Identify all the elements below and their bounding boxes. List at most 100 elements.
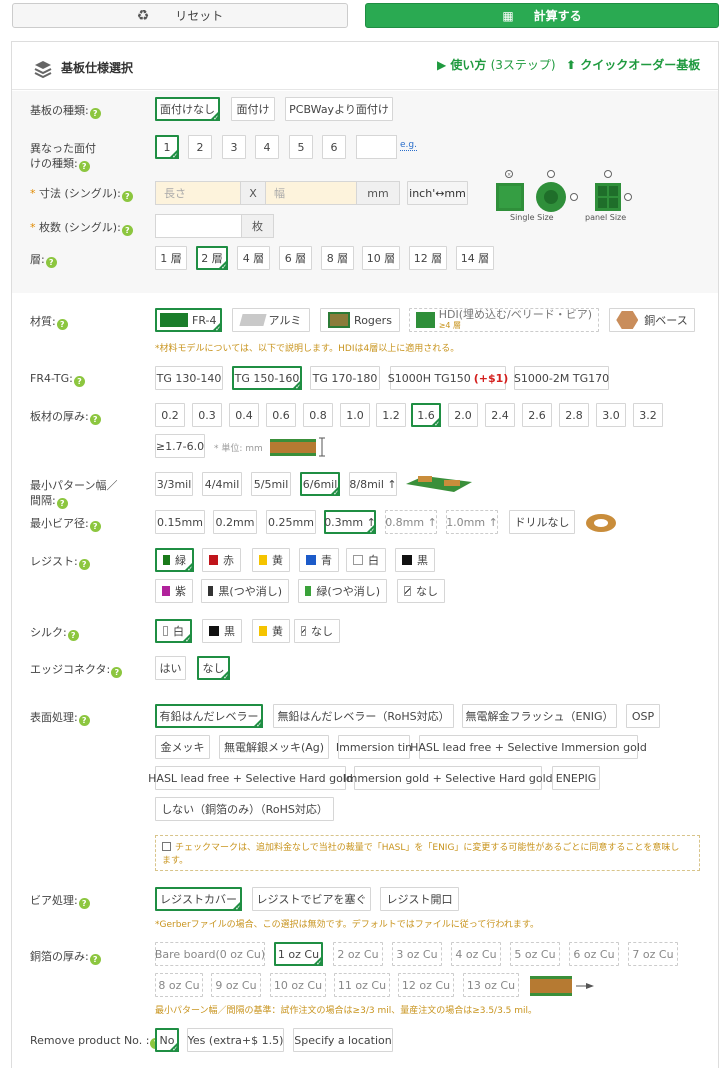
via-tented[interactable]: レジストカバー: [155, 887, 242, 912]
copper-option[interactable]: 4 oz Cu: [451, 942, 501, 966]
mask-option[interactable]: なし: [397, 579, 445, 603]
help-icon[interactable]: ?: [67, 630, 79, 641]
remove-no-no[interactable]: No: [155, 1028, 179, 1053]
via-no-drill[interactable]: ドリルなし: [509, 510, 575, 534]
edge-no[interactable]: なし: [197, 656, 230, 681]
via-plugged[interactable]: レジストでビアを塞ぐ: [252, 887, 371, 911]
via-0-8[interactable]: 0.8mm ↑: [385, 510, 437, 534]
board-type-pcbway-panel[interactable]: PCBWayより面付け: [285, 97, 393, 121]
thickness-2-6[interactable]: 2.6: [522, 403, 552, 427]
copper-option[interactable]: 3 oz Cu: [392, 942, 442, 966]
board-type-single[interactable]: 面付けなし: [155, 97, 220, 122]
unit-convert-button[interactable]: inch'↔mm: [407, 181, 468, 205]
help-icon[interactable]: ?: [89, 521, 101, 532]
eg-link[interactable]: e.g.: [400, 140, 417, 151]
thickness-3-0[interactable]: 3.0: [596, 403, 626, 427]
help-icon[interactable]: ?: [89, 414, 101, 425]
via-0-25[interactable]: 0.25mm: [266, 510, 316, 534]
via-untented[interactable]: レジスト開口: [380, 887, 459, 911]
design-count-6[interactable]: 6: [322, 135, 346, 159]
thickness-0-3[interactable]: 0.3: [192, 403, 222, 427]
via-0-2[interactable]: 0.2mm: [213, 510, 257, 534]
material-fr4[interactable]: FR-4: [155, 308, 222, 333]
design-count-input[interactable]: [356, 135, 397, 159]
mask-option[interactable]: 緑: [155, 548, 194, 573]
finish-enepig[interactable]: ENEPIG: [552, 766, 600, 790]
mask-option[interactable]: 紫: [155, 579, 193, 603]
tg-s1000h[interactable]: S1000H TG150 (+$1): [388, 366, 508, 390]
design-count-1[interactable]: 1: [155, 135, 179, 160]
copper-option[interactable]: 1 oz Cu: [274, 942, 323, 967]
silk-option[interactable]: 白: [155, 619, 192, 644]
design-count-3[interactable]: 3: [222, 135, 246, 159]
mask-option[interactable]: 黒(つや消し): [201, 579, 289, 603]
thickness-1-6[interactable]: 1.6: [411, 403, 441, 428]
finish-hasl-sel-immersion-gold[interactable]: HASL lead free + Selective Immersion gol…: [410, 735, 647, 759]
thickness-0-4[interactable]: 0.4: [229, 403, 259, 427]
reset-button[interactable]: ♻ リセット: [12, 3, 348, 28]
help-icon[interactable]: ?: [45, 257, 57, 268]
trace-8-8[interactable]: 8/8mil ↑: [349, 472, 397, 496]
help-icon[interactable]: ?: [121, 191, 133, 202]
silk-option[interactable]: 黒: [202, 619, 242, 643]
copper-option[interactable]: 2 oz Cu: [333, 942, 383, 966]
material-hdi[interactable]: HDI(埋め込む/ベリード・ビア) ≥4 層: [409, 308, 599, 332]
mask-option[interactable]: 青: [299, 548, 339, 572]
length-input[interactable]: 長さ: [155, 181, 241, 205]
layer-2[interactable]: 2 層: [196, 246, 228, 271]
help-icon[interactable]: ?: [56, 498, 68, 509]
copper-option[interactable]: 11 oz Cu: [334, 973, 390, 997]
finish-immersion-silver[interactable]: 無電解銀メッキ(Ag): [219, 735, 329, 759]
calculate-button[interactable]: ▦ 計算する: [365, 3, 719, 28]
remove-no-yes[interactable]: Yes (extra+$ 1.5): [187, 1028, 284, 1052]
board-type-panel[interactable]: 面付け: [231, 97, 275, 121]
thickness-2-0[interactable]: 2.0: [448, 403, 478, 427]
thickness-0-6[interactable]: 0.6: [266, 403, 296, 427]
finish-gold-plating[interactable]: 金メッキ: [155, 735, 210, 759]
finish-osp[interactable]: OSP: [626, 704, 660, 728]
silk-option[interactable]: なし: [294, 619, 340, 643]
help-icon[interactable]: ?: [56, 319, 68, 330]
qty-input[interactable]: [155, 214, 242, 238]
design-count-2[interactable]: 2: [188, 135, 212, 159]
finish-bare-copper[interactable]: しない（銅箔のみ）（RoHS対応）: [155, 797, 334, 821]
finish-hasl[interactable]: 有鉛はんだレベラー: [155, 704, 263, 729]
finish-immersion-gold-hard-gold[interactable]: Immersion gold + Selective Hard gold: [343, 766, 553, 790]
mask-option[interactable]: 緑(つや消し): [298, 579, 387, 603]
layer-14[interactable]: 14 層: [456, 246, 494, 270]
material-aluminum[interactable]: アルミ: [232, 308, 310, 332]
mask-option[interactable]: 黄: [252, 548, 290, 572]
copper-option[interactable]: Bare board(0 oz Cu): [155, 942, 265, 966]
finish-immersion-tin[interactable]: Immersion tin: [336, 735, 412, 759]
thickness-extra[interactable]: ≥1.7-6.0: [155, 434, 205, 458]
thickness-0-8[interactable]: 0.8: [303, 403, 333, 427]
help-icon[interactable]: ?: [78, 898, 90, 909]
layer-12[interactable]: 12 層: [409, 246, 447, 270]
material-copper-base[interactable]: 銅ベース: [609, 308, 695, 332]
trace-6-6[interactable]: 6/6mil: [300, 472, 340, 497]
copper-option[interactable]: 12 oz Cu: [398, 973, 454, 997]
tg-130[interactable]: TG 130-140: [155, 366, 223, 390]
copper-option[interactable]: 7 oz Cu: [628, 942, 678, 966]
finish-hasl-sel-hard-gold[interactable]: HASL lead free + Selective Hard gold: [148, 766, 353, 790]
layer-1[interactable]: 1 層: [155, 246, 187, 270]
help-icon[interactable]: ?: [78, 715, 90, 726]
trace-3-3[interactable]: 3/3mil: [155, 472, 193, 496]
help-icon[interactable]: ?: [111, 667, 123, 678]
howto-link[interactable]: ▶ 使い方 (3ステップ): [437, 56, 556, 73]
layer-10[interactable]: 10 層: [362, 246, 400, 270]
remove-no-specify[interactable]: Specify a location: [293, 1028, 393, 1052]
silk-option[interactable]: 黄: [252, 619, 290, 643]
via-0-15[interactable]: 0.15mm: [155, 510, 205, 534]
width-input[interactable]: 幅: [265, 181, 357, 205]
design-count-5[interactable]: 5: [289, 135, 313, 159]
help-icon[interactable]: ?: [89, 108, 101, 119]
copper-option[interactable]: 6 oz Cu: [569, 942, 619, 966]
layer-8[interactable]: 8 層: [321, 246, 354, 270]
trace-5-5[interactable]: 5/5mil: [251, 472, 291, 496]
trace-4-4[interactable]: 4/4mil: [202, 472, 242, 496]
quick-order-link[interactable]: ⬆ クイックオーダー基板: [566, 56, 700, 73]
thickness-2-4[interactable]: 2.4: [485, 403, 515, 427]
layer-4[interactable]: 4 層: [237, 246, 270, 270]
via-0-3[interactable]: 0.3mm ↑: [324, 510, 376, 535]
